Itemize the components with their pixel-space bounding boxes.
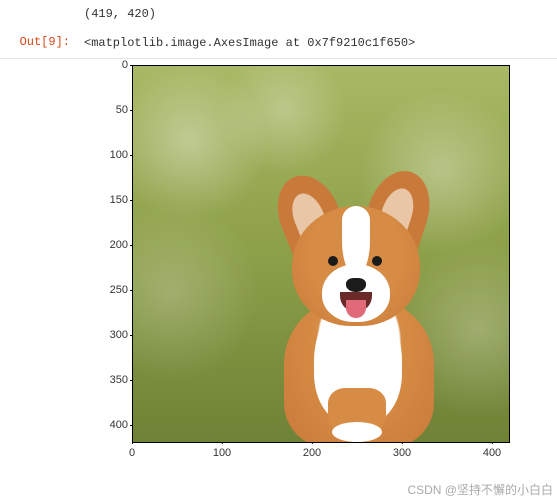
y-tick: 0 [84,59,128,71]
y-tick: 300 [84,329,128,341]
out-prompt: Out[9]: [0,29,78,55]
cell-output-row: Out[9]: <matplotlib.image.AxesImage at 0… [0,29,557,59]
matplotlib-figure: 0 50 100 150 200 250 300 350 400 0 100 2… [84,59,544,499]
watermark-text: CSDN @坚持不懈的小白白 [407,481,553,498]
x-tick: 300 [393,447,411,459]
x-tick: 100 [213,447,231,459]
y-tick: 200 [84,239,128,251]
plot-axes [132,65,510,443]
x-tick: 200 [303,447,321,459]
x-tick: 0 [129,447,135,459]
prompt-empty [0,0,78,12]
y-tick: 400 [84,419,128,431]
output-repr: <matplotlib.image.AxesImage at 0x7f9210c… [78,29,557,58]
y-tick: 250 [84,284,128,296]
x-tick: 400 [483,447,501,459]
cell-stdout-row: (419, 420) [0,0,557,29]
y-tick: 150 [84,194,128,206]
y-tick: 100 [84,149,128,161]
y-tick: 350 [84,374,128,386]
y-tick: 50 [84,104,128,116]
stdout-text: (419, 420) [78,0,557,29]
image-foreground-dog [276,178,464,434]
